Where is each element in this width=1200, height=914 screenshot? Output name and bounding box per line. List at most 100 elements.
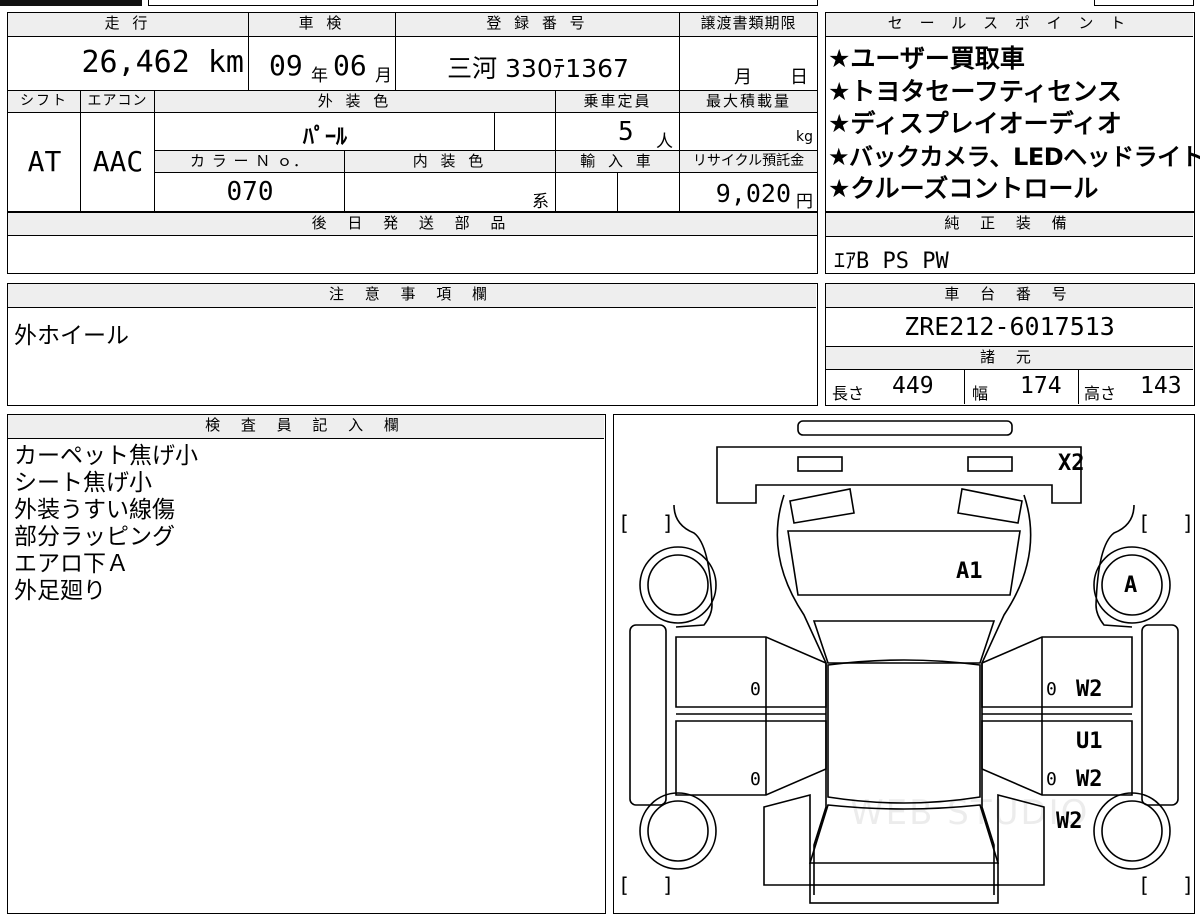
ac-header: エアコン bbox=[81, 91, 155, 113]
vehicle-info-table: 走 行 車 検 登 録 番 号 譲渡書類期限 26,462 km 09 年 06… bbox=[7, 12, 818, 274]
bracket-open: [ bbox=[618, 873, 631, 897]
max-load-cell: kg bbox=[680, 113, 817, 151]
inspector-line: エアロ下Ａ bbox=[14, 551, 129, 577]
mark-a: A bbox=[1124, 573, 1138, 598]
inspection-month: 06 bbox=[333, 49, 367, 82]
mark-zero-left-rear: 0 bbox=[750, 769, 761, 790]
exterior-color-cell: ﾊﾟｰﾙ bbox=[155, 113, 495, 151]
genuine-equipment-header: 純 正 装 備 bbox=[826, 213, 1193, 237]
front-light-right bbox=[967, 456, 1013, 472]
recycle-header: リサイクル預託金 bbox=[680, 151, 817, 173]
recycle-unit: 円 bbox=[796, 192, 813, 212]
interior-color-suffix: 系 bbox=[532, 192, 549, 212]
front-light-left bbox=[797, 456, 843, 472]
registration-header: 登 録 番 号 bbox=[396, 13, 680, 37]
bracket-open: [ bbox=[1138, 873, 1151, 897]
wheel-rear-right bbox=[1093, 792, 1171, 870]
side-skirt-right bbox=[1141, 624, 1179, 806]
transfer-day-unit: 日 bbox=[790, 67, 808, 88]
inspector-line: 外足廻り bbox=[14, 578, 106, 604]
shift-cell: AT bbox=[8, 113, 81, 212]
mark-w2-rear-right: W2 bbox=[1076, 767, 1103, 792]
later-parts-header: 後 日 発 送 部 品 bbox=[8, 212, 817, 236]
interior-color-header: 内 装 色 bbox=[345, 151, 556, 173]
genuine-equipment-value: ｴｱB PS PW bbox=[834, 249, 949, 274]
body-outline-left bbox=[673, 504, 713, 628]
mark-zero-right-front: 0 bbox=[1046, 679, 1057, 700]
width-label: 幅 bbox=[972, 384, 989, 403]
sales-point-item: ★ディスプレイオーディオ bbox=[828, 109, 1122, 138]
wheel-front-left bbox=[639, 546, 717, 624]
car-diagram-panel: [ ] [ ] [ ] [ ] X2 A1 A 0 0 W2 U1 0 0 W2… bbox=[613, 414, 1195, 914]
sales-points-list: ★ユーザー買取車 ★トヨタセーフティセンス ★ディスプレイオーディオ ★バックカ… bbox=[828, 43, 1200, 206]
inspector-header: 検 査 員 記 入 欄 bbox=[8, 415, 604, 439]
registration-cell: 三河 330ﾃ1367 bbox=[396, 37, 680, 91]
exterior-color-header: 外 装 色 bbox=[155, 91, 556, 113]
inspector-panel: 検 査 員 記 入 欄 カーペット焦げ小 シート焦げ小 外装うすい線傷 部分ラッ… bbox=[7, 414, 606, 914]
rear-bumper bbox=[809, 884, 999, 904]
transfer-header: 譲渡書類期限 bbox=[680, 13, 817, 37]
max-load-header: 最大積載量 bbox=[680, 91, 817, 113]
wheel-rear-left bbox=[639, 792, 717, 870]
mark-zero-right-rear: 0 bbox=[1046, 769, 1057, 790]
transfer-cell: 月 日 bbox=[680, 37, 817, 91]
ac-value: AAC bbox=[92, 145, 144, 178]
mileage-header: 走 行 bbox=[8, 13, 249, 37]
inspection-header: 車 検 bbox=[249, 13, 396, 37]
bracket-open: [ bbox=[1138, 511, 1151, 535]
registration-value: 三河 330ﾃ1367 bbox=[447, 54, 629, 83]
import-header: 輸 入 車 bbox=[556, 151, 680, 173]
color-no-value: 070 bbox=[226, 177, 274, 207]
exterior-color-extra-cell bbox=[495, 113, 556, 151]
length-value: 449 bbox=[892, 373, 934, 399]
wheel-front-left-inner bbox=[647, 554, 709, 616]
inspection-month-unit: 月 bbox=[375, 66, 392, 86]
ac-cell: AAC bbox=[81, 113, 155, 212]
notes-value: 外ホイール bbox=[14, 323, 129, 349]
mark-x2: X2 bbox=[1058, 451, 1085, 476]
recycle-value: 9,020 bbox=[715, 179, 791, 208]
cabin-outline bbox=[776, 494, 1032, 895]
bracket-close: ] bbox=[662, 511, 675, 535]
specs-divider bbox=[964, 370, 965, 404]
mark-w2-front-right: W2 bbox=[1076, 677, 1103, 702]
specs-header: 諸 元 bbox=[826, 346, 1193, 370]
bracket-close: ] bbox=[662, 873, 675, 897]
length-label: 長さ bbox=[832, 384, 865, 403]
interior-color-cell: 系 bbox=[345, 173, 556, 212]
sales-points-panel: セ ー ル ス ポ イ ン ト ★ユーザー買取車 ★トヨタセーフティセンス ★デ… bbox=[825, 12, 1200, 212]
color-no-header: カ ラ ー Ｎ ｏ． bbox=[155, 151, 345, 173]
door-rear-right bbox=[981, 720, 1133, 796]
wheel-rear-left-inner bbox=[647, 800, 709, 862]
notes-panel: 注 意 事 項 欄 外ホイール bbox=[7, 283, 818, 406]
roof-front bbox=[812, 620, 996, 664]
grille-left bbox=[789, 488, 855, 524]
inspection-year: 09 bbox=[269, 49, 303, 82]
front-bumper bbox=[797, 420, 1013, 436]
sales-point-item: ★クルーズコントロール bbox=[828, 174, 1099, 203]
chassis-header: 車 台 番 号 bbox=[826, 284, 1193, 308]
capacity-value: 5 bbox=[618, 117, 634, 147]
capacity-unit: 人 bbox=[656, 132, 673, 152]
windshield bbox=[787, 530, 1021, 596]
inspection-cell: 09 年 06 月 bbox=[249, 37, 396, 91]
width-value: 174 bbox=[1020, 373, 1062, 399]
top-strip-dark bbox=[0, 0, 142, 6]
height-value: 143 bbox=[1140, 373, 1182, 399]
later-parts-cell bbox=[8, 236, 817, 272]
exterior-color-value: ﾊﾟｰﾙ bbox=[302, 125, 347, 150]
wheel-rear-right-inner bbox=[1101, 800, 1163, 862]
sales-point-item: ★バックカメラ、LEDヘッドライト bbox=[828, 142, 1200, 171]
inspector-line: シート焦げ小 bbox=[14, 470, 152, 496]
bracket-close: ] bbox=[1182, 873, 1195, 897]
top-strip-box bbox=[148, 0, 818, 6]
capacity-header: 乗車定員 bbox=[556, 91, 680, 113]
shift-value: AT bbox=[27, 145, 62, 178]
capacity-cell: 5 人 bbox=[556, 113, 680, 152]
sales-point-item: ★ユーザー買取車 bbox=[828, 44, 1025, 73]
mileage-value: 26,462 km bbox=[81, 45, 244, 80]
sales-point-item: ★トヨタセーフティセンス bbox=[828, 76, 1122, 106]
height-label: 高さ bbox=[1084, 384, 1117, 403]
roof bbox=[827, 659, 981, 804]
import-cell-1 bbox=[556, 173, 618, 212]
